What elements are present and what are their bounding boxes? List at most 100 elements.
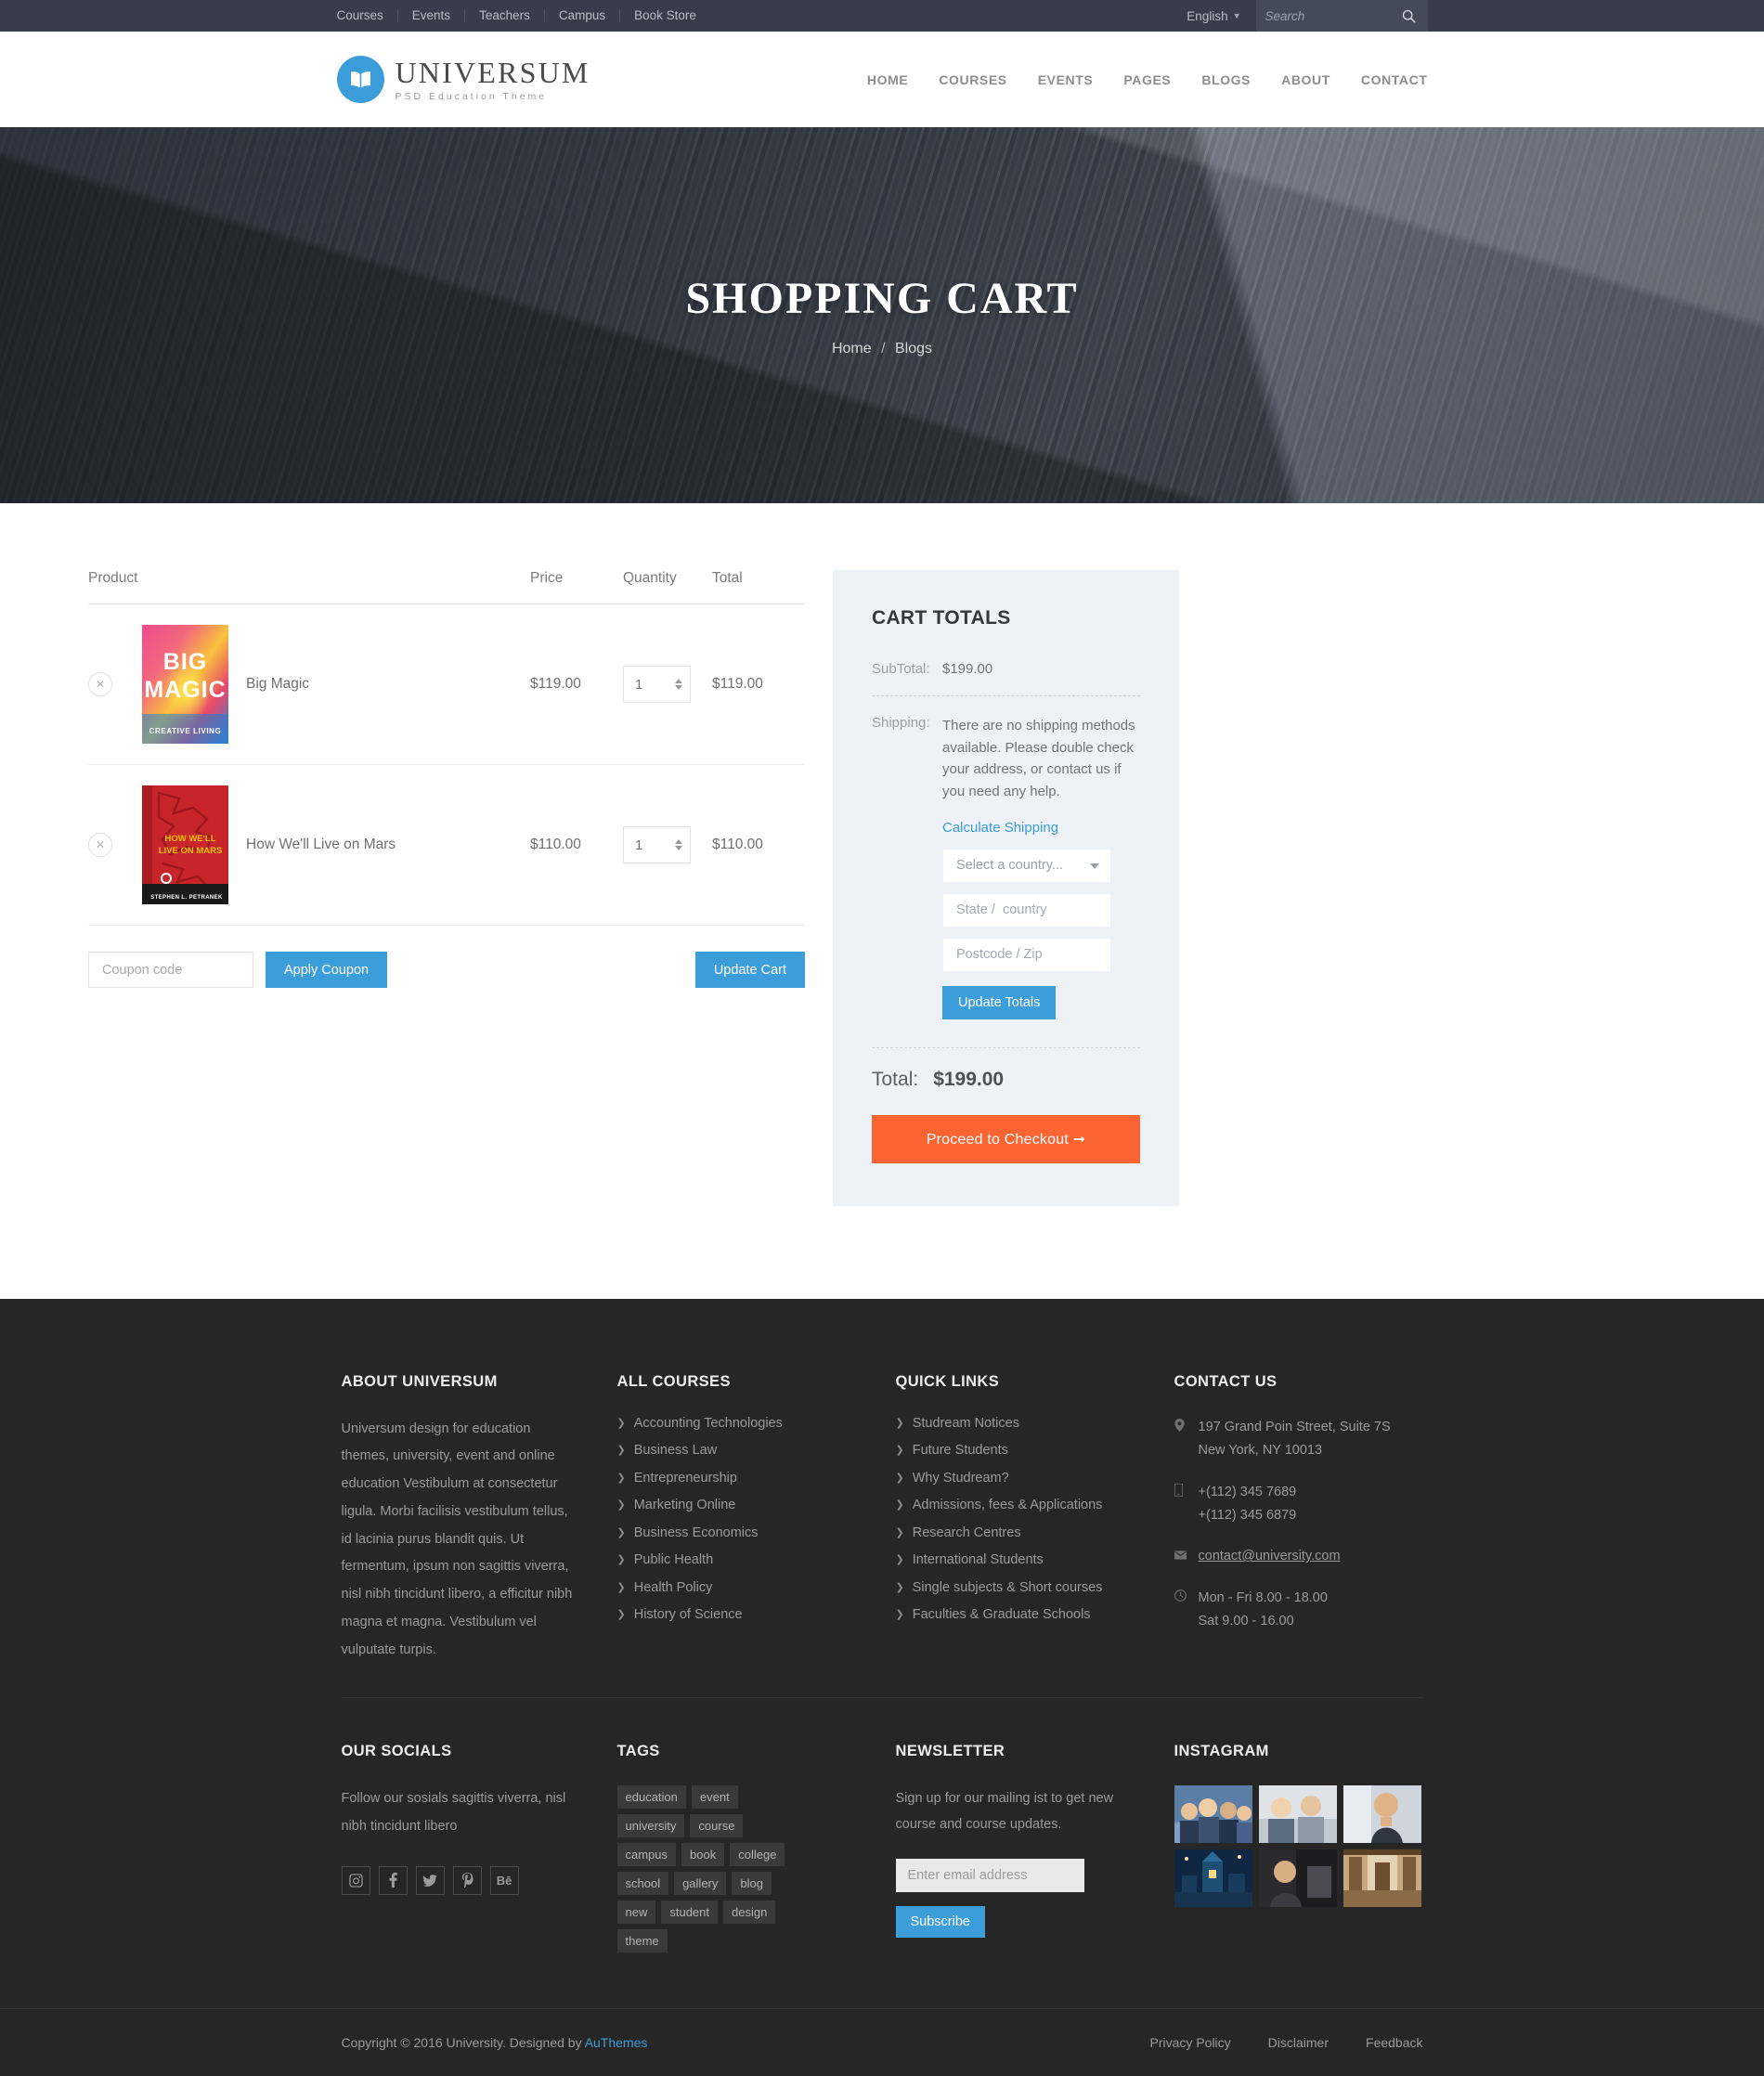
footer-course-link[interactable]: Business Economics xyxy=(634,1525,759,1540)
svg-text:HOW WE'LL: HOW WE'LL xyxy=(164,834,215,844)
footer-course-link[interactable]: Public Health xyxy=(634,1552,713,1567)
top-link-teachers[interactable]: Teachers xyxy=(465,9,545,22)
calculate-shipping-link[interactable]: Calculate Shipping xyxy=(942,820,1058,836)
remove-item-button[interactable]: ✕ xyxy=(88,672,112,696)
state-input[interactable] xyxy=(956,902,1097,918)
top-link-courses[interactable]: Courses xyxy=(337,9,398,22)
nav-contact[interactable]: CONTACT xyxy=(1361,72,1428,87)
footer-quick-link[interactable]: Future Students xyxy=(913,1443,1008,1458)
top-link-campus[interactable]: Campus xyxy=(545,9,621,22)
instagram-photo[interactable] xyxy=(1258,1785,1337,1844)
footer-quick-link[interactable]: Faculties & Graduate Schools xyxy=(913,1607,1091,1622)
tag-item[interactable]: blog xyxy=(732,1872,772,1896)
instagram-photo[interactable] xyxy=(1174,1849,1252,1908)
apply-coupon-button[interactable]: Apply Coupon xyxy=(266,952,388,988)
newsletter-email-input[interactable] xyxy=(895,1858,1084,1892)
nav-about[interactable]: ABOUT xyxy=(1281,72,1330,87)
pinterest-icon[interactable] xyxy=(452,1865,482,1895)
footer-quick-link[interactable]: Research Centres xyxy=(913,1525,1021,1540)
search-button[interactable] xyxy=(1390,0,1428,32)
quantity-input[interactable] xyxy=(635,837,663,853)
breadcrumb-home[interactable]: Home xyxy=(832,341,872,357)
tag-item[interactable]: campus xyxy=(616,1843,677,1867)
footer-quick-link[interactable]: Why Studream? xyxy=(913,1471,1009,1486)
list-item: ❯ Business Economics xyxy=(617,1525,852,1541)
footer-course-link[interactable]: Health Policy xyxy=(634,1580,713,1595)
instagram-photo[interactable] xyxy=(1342,1785,1421,1844)
product-thumbnail-big-magic[interactable]: BIG MAGIC CREATIVE LIVING xyxy=(142,625,228,744)
tag-item[interactable]: book xyxy=(681,1843,725,1867)
facebook-icon[interactable] xyxy=(378,1865,408,1895)
footer-course-link[interactable]: Marketing Online xyxy=(634,1498,736,1512)
authors-link[interactable]: AuThemes xyxy=(585,2035,648,2050)
tag-item[interactable]: gallery xyxy=(674,1872,727,1896)
nav-blogs[interactable]: BLOGS xyxy=(1201,72,1251,87)
language-selector[interactable]: English ▼ xyxy=(1172,9,1255,23)
tag-item[interactable]: school xyxy=(616,1872,669,1896)
top-link-events[interactable]: Events xyxy=(398,9,466,22)
footer-quick-link[interactable]: Admissions, fees & Applications xyxy=(913,1498,1103,1512)
proceed-to-checkout-button[interactable]: Proceed to Checkout ➞ xyxy=(872,1114,1140,1163)
twitter-icon[interactable] xyxy=(415,1865,445,1895)
instagram-photo[interactable] xyxy=(1258,1849,1337,1908)
quantity-down-icon[interactable] xyxy=(675,846,682,850)
nav-courses[interactable]: COURSES xyxy=(939,72,1006,87)
tag-item[interactable]: college xyxy=(730,1843,785,1867)
instagram-photo[interactable] xyxy=(1342,1849,1421,1908)
site-footer: ABOUT UNIVERSUM Universum design for edu… xyxy=(0,1298,1764,2076)
tag-item[interactable]: education xyxy=(616,1785,686,1810)
nav-pages[interactable]: PAGES xyxy=(1123,72,1171,87)
contact-email-link[interactable]: contact@university.com xyxy=(1199,1549,1341,1563)
list-item: ❯ Studream Notices xyxy=(896,1416,1142,1432)
update-totals-button[interactable]: Update Totals xyxy=(942,985,1057,1019)
quantity-up-icon[interactable] xyxy=(675,839,682,844)
tag-item[interactable]: student xyxy=(661,1901,719,1925)
product-name: Big Magic xyxy=(246,676,310,692)
coupon-input[interactable] xyxy=(88,952,253,988)
state-field[interactable] xyxy=(942,892,1111,928)
tag-item[interactable]: theme xyxy=(616,1929,668,1953)
privacy-policy-link[interactable]: Privacy Policy xyxy=(1150,2035,1231,2050)
postcode-field[interactable] xyxy=(942,937,1111,972)
tag-item[interactable]: course xyxy=(690,1814,744,1838)
tag-item[interactable]: design xyxy=(723,1901,776,1925)
nav-events[interactable]: EVENTS xyxy=(1038,72,1094,87)
search-icon xyxy=(1402,9,1416,22)
quantity-spinner[interactable] xyxy=(675,679,682,690)
footer-course-link[interactable]: Business Law xyxy=(634,1443,717,1458)
quantity-stepper[interactable] xyxy=(623,666,691,703)
top-link-book-store[interactable]: Book Store xyxy=(620,9,710,22)
tag-item[interactable]: new xyxy=(616,1901,656,1925)
quantity-spinner[interactable] xyxy=(675,839,682,850)
chevron-right-icon: ❯ xyxy=(895,1445,904,1457)
country-select[interactable]: Select a country... xyxy=(942,848,1111,883)
tag-item[interactable]: university xyxy=(616,1814,685,1838)
footer-quick-link[interactable]: International Students xyxy=(913,1552,1044,1567)
footer-course-link[interactable]: Entrepreneurship xyxy=(634,1471,737,1486)
remove-item-button[interactable]: ✕ xyxy=(88,833,112,857)
svg-text:LIVE ON MARS: LIVE ON MARS xyxy=(159,846,223,856)
footer-quick-link[interactable]: Single subjects & Short courses xyxy=(913,1580,1103,1595)
update-cart-button[interactable]: Update Cart xyxy=(694,952,805,988)
site-logo[interactable]: UNIVERSUM PSD Education Theme xyxy=(336,56,590,103)
behance-icon[interactable]: Bē xyxy=(489,1865,519,1895)
disclaimer-link[interactable]: Disclaimer xyxy=(1268,2035,1329,2050)
nav-home[interactable]: HOME xyxy=(867,72,908,87)
quantity-input[interactable] xyxy=(635,676,663,693)
product-thumbnail-how-well-live-on-mars[interactable]: HOW WE'LL LIVE ON MARS STEPHEN L. PETRAN… xyxy=(142,785,228,904)
feedback-link[interactable]: Feedback xyxy=(1366,2035,1422,2050)
footer-course-link[interactable]: Accounting Technologies xyxy=(634,1416,783,1431)
list-item: ❯ Marketing Online xyxy=(617,1498,852,1513)
postcode-input[interactable] xyxy=(956,947,1097,963)
tag-item[interactable]: event xyxy=(691,1785,738,1810)
quantity-up-icon[interactable] xyxy=(675,679,682,683)
footer-course-link[interactable]: History of Science xyxy=(634,1607,743,1622)
quantity-down-icon[interactable] xyxy=(675,685,682,690)
subscribe-button[interactable]: Subscribe xyxy=(895,1905,985,1938)
search-box[interactable] xyxy=(1255,0,1391,32)
instagram-photo[interactable] xyxy=(1174,1785,1252,1844)
quantity-stepper[interactable] xyxy=(623,826,691,863)
instagram-icon[interactable] xyxy=(341,1865,370,1895)
footer-quick-link[interactable]: Studream Notices xyxy=(913,1416,1019,1431)
search-input[interactable] xyxy=(1265,8,1381,23)
